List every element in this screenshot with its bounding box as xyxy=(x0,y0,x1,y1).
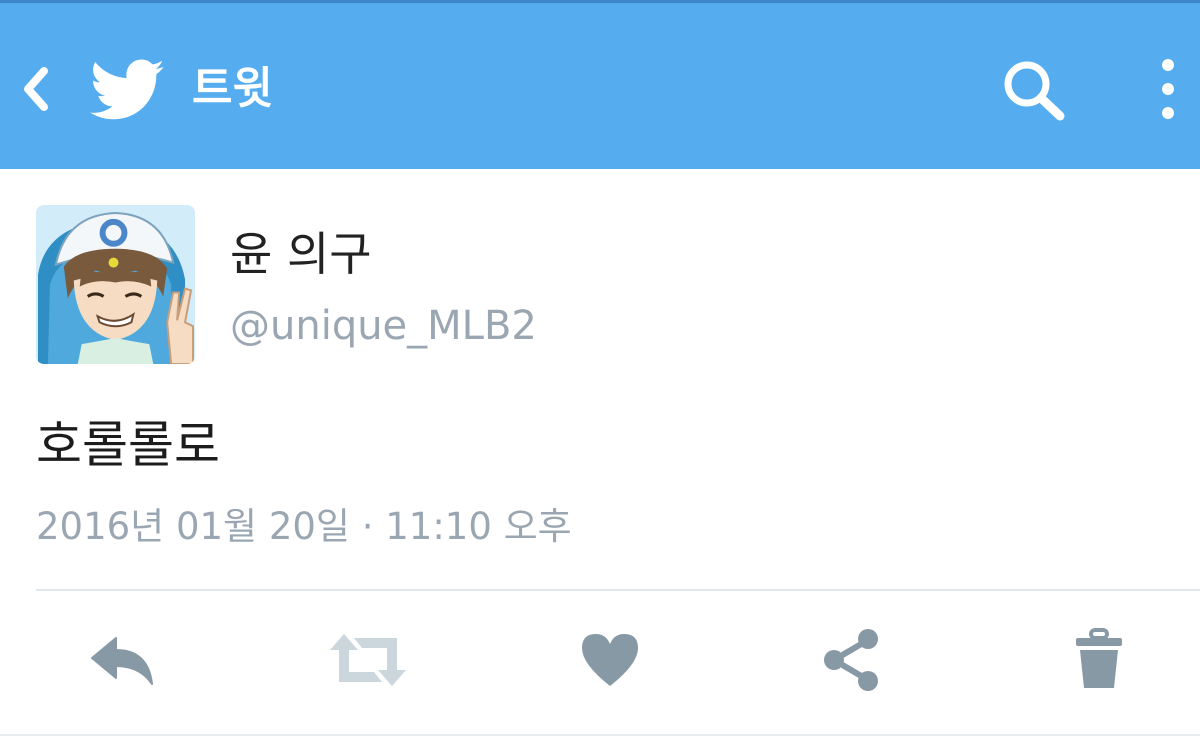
share-button[interactable] xyxy=(822,628,882,692)
app-bar: 트윗 xyxy=(0,3,1200,169)
back-button[interactable] xyxy=(18,65,54,113)
more-options-button[interactable] xyxy=(1150,57,1186,125)
reply-button[interactable] xyxy=(86,628,158,692)
like-icon xyxy=(582,634,638,686)
delete-button[interactable] xyxy=(1074,628,1124,692)
like-button[interactable] xyxy=(580,628,640,692)
tweet-timestamp: 2016년 01월 20일 · 11:10 오후 xyxy=(36,505,572,548)
search-icon xyxy=(1004,61,1065,121)
retweet-button[interactable] xyxy=(328,628,408,692)
reply-icon xyxy=(91,637,153,685)
search-button[interactable] xyxy=(1000,58,1068,122)
display-name[interactable]: 윤 의구 xyxy=(230,224,372,284)
more-vertical-icon xyxy=(1162,59,1174,119)
delete-icon xyxy=(1076,628,1122,688)
bottom-divider xyxy=(0,734,1200,736)
user-handle[interactable]: @unique_MLB2 xyxy=(230,296,537,356)
tweet-text: 호롤롤로 xyxy=(36,416,220,474)
divider xyxy=(36,589,1200,591)
retweet-icon xyxy=(330,634,406,686)
avatar[interactable] xyxy=(36,205,195,364)
chevron-left-icon xyxy=(24,67,48,111)
share-icon xyxy=(824,629,878,691)
twitter-bird-icon xyxy=(90,59,164,121)
avatar-illustration xyxy=(36,205,195,364)
page-title: 트윗 xyxy=(192,63,273,114)
